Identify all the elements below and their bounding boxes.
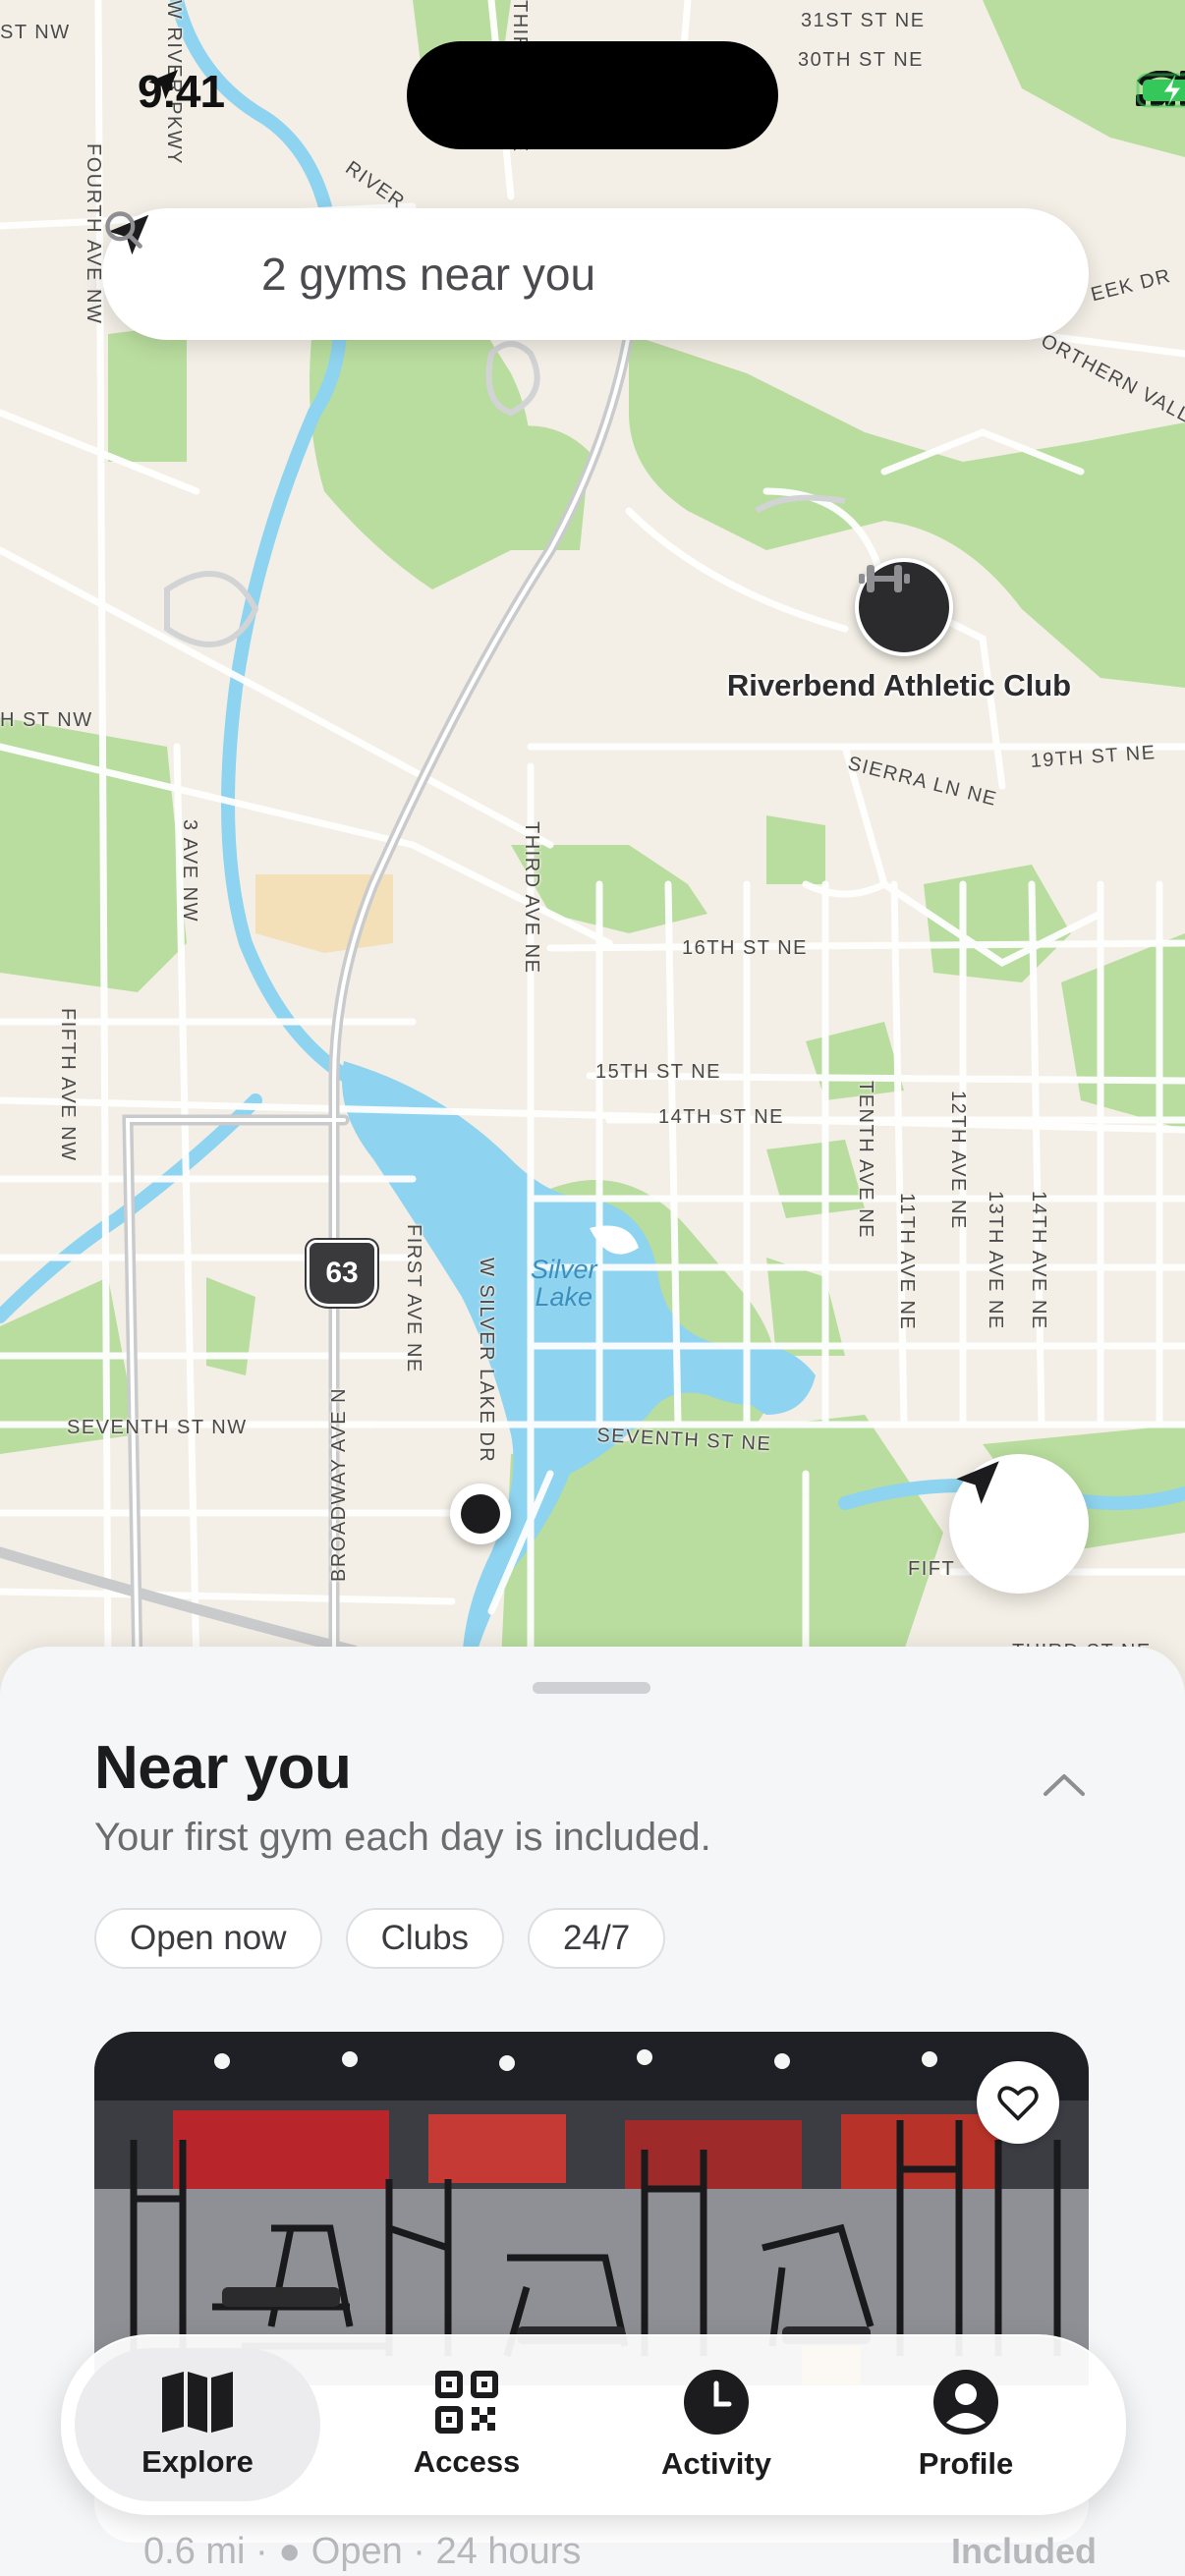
- street-label: FIFTH AVE NW: [57, 1008, 79, 1162]
- heart-icon: [997, 2086, 1039, 2121]
- search-summary-text: 2 gyms near you: [261, 249, 596, 300]
- map-view[interactable]: 31ST ST NE 30TH ST NE ST NW W RIVER PKWY…: [0, 0, 1185, 1670]
- tab-activity-label: Activity: [661, 2446, 771, 2481]
- sheet-grabber[interactable]: [533, 1682, 650, 1694]
- street-label: H ST NW: [0, 709, 93, 731]
- tab-profile-label: Profile: [918, 2446, 1014, 2481]
- battery-charging-icon: [1136, 73, 1185, 108]
- street-label: 30TH ST NE: [798, 49, 924, 71]
- tab-explore-label: Explore: [141, 2444, 254, 2479]
- street-label: 31ST ST NE: [801, 10, 926, 31]
- filter-chip-open-now[interactable]: Open now: [94, 1908, 322, 1969]
- street-label: 16TH ST NE: [682, 937, 808, 959]
- street-label: FOURTH AVE NW: [83, 143, 104, 325]
- street-label: 3 AVE NW: [179, 819, 200, 923]
- tab-explore[interactable]: Explore: [75, 2348, 320, 2501]
- search-icon[interactable]: [102, 208, 145, 252]
- sheet-subtitle: Your first gym each day is included.: [94, 1816, 711, 1859]
- status-time: 9:41: [138, 65, 225, 118]
- street-label: TENTH AVE NE: [855, 1081, 876, 1239]
- filter-chip-clubs[interactable]: Clubs: [345, 1908, 505, 1969]
- street-label: SEVENTH ST NW: [67, 1417, 248, 1438]
- chevron-up-icon[interactable]: [1040, 1766, 1089, 1802]
- person-icon: [933, 2370, 998, 2435]
- street-label: 12TH AVE NE: [947, 1091, 969, 1230]
- clock-icon: [684, 2370, 749, 2435]
- street-label: 14TH AVE NE: [1028, 1191, 1049, 1330]
- sheet-title: Near you: [94, 1734, 352, 1802]
- filter-chip-24-7[interactable]: 24/7: [528, 1908, 666, 1969]
- street-label: THIRD AVE NE: [521, 821, 542, 975]
- filter-chips: Open now Clubs 24/7: [94, 1908, 666, 1969]
- qr-code-icon: [435, 2371, 498, 2434]
- gym-pin-label[interactable]: Riverbend Athletic Club: [688, 668, 1110, 703]
- recenter-location-button[interactable]: [949, 1454, 1089, 1594]
- street-label: 11TH AVE NE: [896, 1193, 918, 1331]
- dumbbell-icon: [859, 565, 910, 592]
- user-location-dot: [450, 1484, 511, 1544]
- map-icon: [162, 2372, 233, 2433]
- gym-map-pin[interactable]: [855, 558, 953, 656]
- tab-activity[interactable]: Activity: [593, 2348, 839, 2501]
- tab-access-label: Access: [413, 2444, 521, 2479]
- street-label: BROADWAY AVE N: [328, 1386, 350, 1582]
- street-label: FIRST AVE NE: [403, 1224, 424, 1373]
- tab-access[interactable]: Access: [344, 2348, 590, 2501]
- street-label: 15TH ST NE: [595, 1061, 721, 1083]
- dynamic-island: [407, 41, 778, 149]
- street-label: FIFT: [908, 1558, 956, 1580]
- street-label: ST NW: [0, 22, 71, 43]
- gym-distance-status: 0.6 mi · ● Open · 24 hours: [143, 2531, 582, 2572]
- gym-photo: [94, 2032, 1089, 2385]
- lake-label: Silver Lake: [531, 1255, 597, 1312]
- tab-profile[interactable]: Profile: [843, 2348, 1089, 2501]
- included-badge: Included: [950, 2531, 1097, 2571]
- location-arrow-icon: [148, 70, 178, 99]
- location-arrow-icon: [956, 1461, 999, 1504]
- gym-search-bar[interactable]: 2 gyms near you: [102, 208, 1089, 340]
- route-63-shield: 63: [307, 1240, 377, 1307]
- street-label: 14TH ST NE: [658, 1106, 784, 1128]
- favorite-button[interactable]: [977, 2061, 1059, 2144]
- street-label: W SILVER LAKE DR: [476, 1258, 497, 1464]
- tab-bar: Explore Access Activity Profile: [61, 2334, 1126, 2515]
- street-label: 13TH AVE NE: [985, 1191, 1006, 1330]
